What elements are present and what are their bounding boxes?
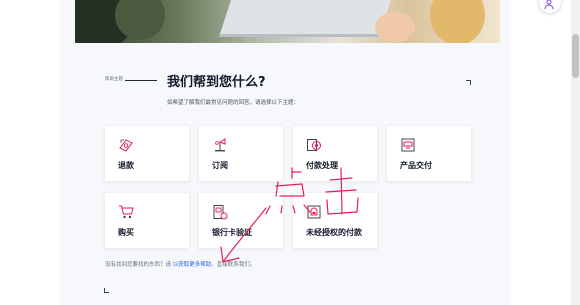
footer-help-text: 没有找到您要找的东西？请 以获取更多帮助。直接联系我们。 [105,260,255,268]
card-verification-icon [213,205,228,220]
topic-card-label: 银行卡验证 [212,228,252,237]
more-help-link[interactable]: 以获取更多帮助 [173,262,212,268]
payment-processing-icon [307,139,321,151]
topic-card-purchase[interactable]: 购买 [104,192,190,249]
topic-card-subscription[interactable]: 订阅 [198,125,284,182]
topic-card-card-verification[interactable]: 银行卡验证 [198,192,284,249]
topic-card-product-delivery[interactable]: 产品交付 [386,125,472,182]
footer-prefix: 没有找到您要找的东西？请 [105,262,172,268]
hero-image [75,0,500,43]
topic-card-label: 未经授权的付款 [306,228,362,237]
section-eyebrow: 帮助主题 [105,77,123,82]
intro-text: 如希望了解我们最常见问题的回答，请选择以下主题： [167,100,300,106]
title-divider [125,80,157,81]
scrollbar-track[interactable] [571,0,580,305]
unauthorized-payment-icon [307,205,321,219]
footer-suffix: 。直接联系我们。 [211,262,256,268]
topic-card-label: 退款 [118,161,134,170]
topic-card-refund[interactable]: 退款 [104,125,190,182]
topic-card-label: 产品交付 [400,161,432,170]
user-icon [544,0,554,9]
corner-decoration [104,288,109,293]
page-title: 我们帮到您什么? [167,75,266,90]
scrollbar-thumb[interactable] [572,34,579,78]
topic-card-payment-processing[interactable]: 付款处理 [292,125,378,182]
topic-card-label: 付款处理 [306,161,338,170]
topic-card-unauthorized-payment[interactable]: 未经授权的付款 [292,192,378,249]
hero-person-hair [430,0,485,43]
topic-card-label: 购买 [118,228,134,237]
refund-icon [119,139,133,152]
cart-icon [119,205,134,219]
subscription-icon [215,138,226,152]
topic-card-label: 订阅 [212,161,228,170]
corner-decoration [466,80,471,85]
product-delivery-icon [401,138,415,152]
hero-laptop [218,0,392,37]
avatar[interactable] [538,0,562,14]
hero-person-hand [375,12,415,42]
